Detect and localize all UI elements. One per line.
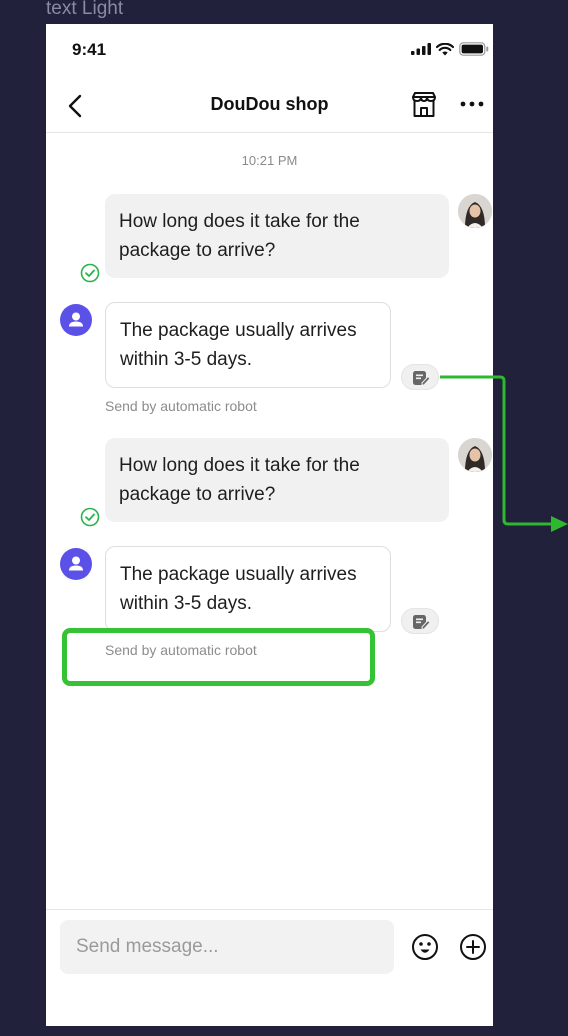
edit-note-icon: [413, 615, 431, 630]
edit-reply-button[interactable]: [401, 364, 439, 390]
battery-icon: [459, 42, 489, 56]
message-input-bar: [46, 909, 493, 1026]
nav-bar: DouDou shop: [46, 80, 493, 133]
store-icon[interactable]: [410, 91, 438, 119]
message-timestamp: 10:21 PM: [241, 153, 298, 168]
read-check-icon: [80, 507, 100, 527]
more-options-icon[interactable]: [458, 94, 488, 114]
wifi-icon: [436, 42, 454, 55]
status-time: 9:41: [72, 40, 107, 59]
bot-message-bubble[interactable]: The package usually arrives within 3-5 d…: [105, 302, 391, 388]
signal-icon: [411, 43, 431, 55]
status-icons: [411, 42, 489, 56]
person-icon: [69, 556, 83, 571]
add-icon[interactable]: [458, 932, 488, 962]
message-input[interactable]: [60, 920, 394, 974]
robot-note: Send by automatic robot: [105, 398, 257, 414]
read-check-icon: [80, 263, 100, 283]
canvas-label: text Light: [46, 0, 124, 19]
phone-screen: 9:41 DouDou shop 10:21 PM How long does …: [46, 24, 493, 1026]
edit-reply-button[interactable]: [401, 608, 439, 634]
status-bar: 9:41: [46, 24, 493, 80]
user-avatar-image: [458, 438, 492, 472]
user-avatar-image: [458, 194, 492, 228]
user-avatar[interactable]: [458, 438, 492, 472]
user-message-bubble[interactable]: How long does it take for the package to…: [105, 194, 449, 278]
user-avatar[interactable]: [458, 194, 492, 228]
user-message-bubble[interactable]: How long does it take for the package to…: [105, 438, 449, 522]
bot-avatar: [60, 548, 92, 580]
emoji-icon[interactable]: [410, 932, 440, 962]
bot-message-bubble[interactable]: The package usually arrives within 3-5 d…: [105, 546, 391, 632]
bot-avatar: [60, 304, 92, 336]
robot-note-highlight: [62, 628, 375, 686]
edit-note-icon: [413, 371, 431, 386]
person-icon: [69, 312, 83, 327]
